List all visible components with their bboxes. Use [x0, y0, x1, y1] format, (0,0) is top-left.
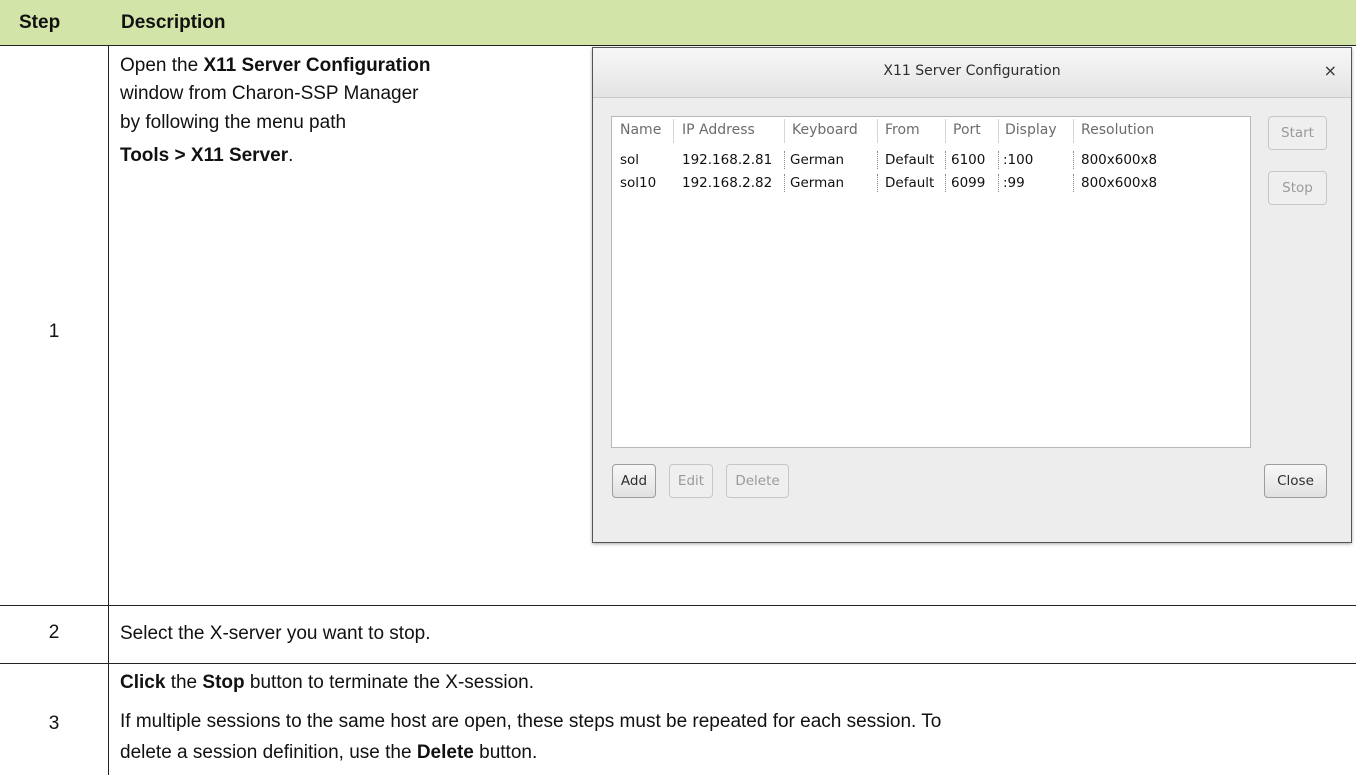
cell-port: 6100 — [951, 152, 986, 168]
server-list[interactable]: Name IP Address Keyboard From Port Displ… — [611, 116, 1251, 448]
column-header-from[interactable]: From — [885, 122, 920, 138]
column-separator — [877, 119, 878, 143]
step1-line1: Open the X11 Server Configuration — [120, 54, 430, 78]
cell-ip: 192.168.2.81 — [682, 152, 773, 168]
step1-line4: Tools > X11 Server. — [120, 144, 293, 168]
cell-resolution: 800x600x8 — [1081, 152, 1158, 168]
start-button[interactable]: Start — [1268, 116, 1327, 150]
cell-name: sol10 — [620, 175, 657, 191]
cell-ip: 192.168.2.82 — [682, 175, 773, 191]
text: . — [288, 145, 294, 166]
add-button[interactable]: Add — [612, 464, 656, 498]
cell-display: :99 — [1003, 175, 1025, 191]
step-number: 3 — [48, 713, 60, 734]
bold-text: X11 Server Configuration — [203, 55, 431, 76]
cell-name: sol — [620, 152, 640, 168]
cell-separator — [998, 174, 999, 192]
column-separator — [784, 119, 785, 143]
close-icon[interactable]: × — [1324, 61, 1337, 80]
cell-separator — [784, 174, 785, 192]
cell-display: :100 — [1003, 152, 1034, 168]
stop-button[interactable]: Stop — [1268, 171, 1327, 205]
grid-line — [0, 45, 1356, 46]
column-header-resolution[interactable]: Resolution — [1081, 122, 1154, 138]
cell-separator — [1073, 151, 1074, 169]
header-description: Description — [121, 12, 226, 33]
cell-from: Default — [885, 152, 935, 168]
bold-text: Click — [120, 672, 166, 693]
table-row[interactable]: sol10 192.168.2.82 German Default 6099 :… — [612, 172, 1248, 194]
column-header-port[interactable]: Port — [953, 122, 981, 138]
text: the — [165, 672, 203, 693]
column-separator — [998, 119, 999, 143]
step3-para2-line2: delete a session definition, use the Del… — [120, 741, 537, 765]
grid-line — [108, 45, 109, 775]
column-header-ip[interactable]: IP Address — [682, 122, 755, 138]
bold-text: Stop — [202, 672, 245, 693]
cell-separator — [945, 151, 946, 169]
menu-path: Tools > X11 Server — [120, 145, 289, 166]
column-header-keyboard[interactable]: Keyboard — [792, 122, 858, 138]
title-bar: X11 Server Configuration × — [593, 48, 1351, 98]
grid-line — [0, 605, 1356, 606]
grid-line — [0, 663, 1356, 664]
step3-para2-line1: If multiple sessions to the same host ar… — [120, 711, 942, 732]
bold-text: Delete — [416, 742, 474, 763]
table-header: Step Description — [0, 0, 1356, 45]
cell-port: 6099 — [951, 175, 986, 191]
column-separator — [1073, 119, 1074, 143]
column-header-name[interactable]: Name — [620, 122, 661, 138]
cell-keyboard: German — [790, 175, 845, 191]
x11-server-configuration-window: X11 Server Configuration × Name IP Addre… — [592, 47, 1352, 543]
text: button. — [473, 742, 538, 763]
header-step: Step — [19, 12, 61, 33]
close-button[interactable]: Close — [1264, 464, 1327, 498]
cell-separator — [1073, 174, 1074, 192]
column-separator — [673, 119, 674, 143]
step2-text: Select the X-server you want to stop. — [120, 623, 431, 644]
text: button to terminate the X-session. — [244, 672, 535, 693]
step3-para1: Click the Stop button to terminate the X… — [120, 671, 534, 695]
text: delete a session definition, use the — [120, 742, 417, 763]
cell-keyboard: German — [790, 152, 845, 168]
step-number: 2 — [48, 622, 60, 643]
cell-separator — [784, 151, 785, 169]
column-separator — [945, 119, 946, 143]
step1-line3: by following the menu path — [120, 112, 347, 133]
column-header-display[interactable]: Display — [1005, 122, 1057, 138]
cell-resolution: 800x600x8 — [1081, 175, 1158, 191]
cell-separator — [877, 174, 878, 192]
cell-separator — [877, 151, 878, 169]
cell-from: Default — [885, 175, 935, 191]
cell-separator — [945, 174, 946, 192]
step-number: 1 — [48, 321, 60, 342]
text: Open the — [120, 55, 204, 76]
cell-separator — [998, 151, 999, 169]
edit-button[interactable]: Edit — [669, 464, 713, 498]
delete-button[interactable]: Delete — [726, 464, 789, 498]
step1-line2: window from Charon-SSP Manager — [120, 83, 419, 104]
table-row[interactable]: sol 192.168.2.81 German Default 6100 :10… — [612, 149, 1248, 171]
window-title: X11 Server Configuration — [883, 63, 1061, 79]
